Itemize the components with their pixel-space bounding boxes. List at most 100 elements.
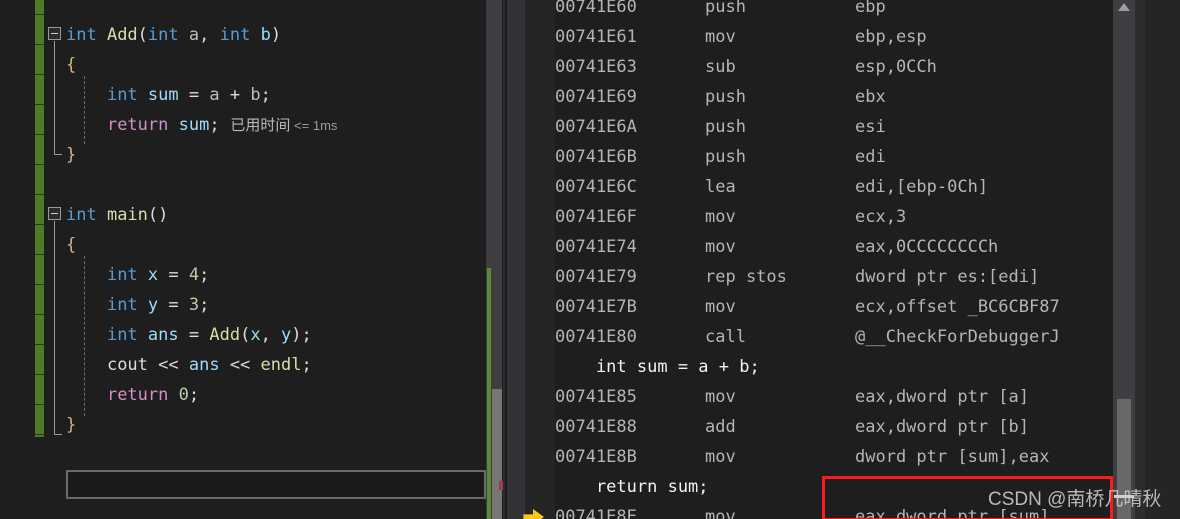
instruction-mnemonic: sub — [705, 57, 736, 77]
code-token: } — [66, 145, 77, 165]
instruction-operands: esi — [855, 117, 886, 137]
scroll-up-arrow-icon[interactable] — [1118, 3, 1130, 11]
disassembly-window[interactable]: 00741E60 push ebp 00741E61 mov ebp,esp 00741E6… — [507, 0, 1180, 519]
instruction-operands: edi,[ebp-0Ch] — [855, 177, 989, 197]
code-token: y — [281, 325, 292, 345]
code-line: } — [66, 410, 76, 440]
instruction-operands: edi — [855, 147, 886, 167]
disassembly-instruction-row[interactable]: 00741E6F mov ecx,3 — [555, 202, 1160, 232]
instruction-address: 00741E61 — [555, 27, 637, 47]
change-bar-tick — [35, 254, 44, 255]
code-token: sum — [178, 115, 210, 135]
disassembly-breakpoint-gutter[interactable] — [507, 0, 525, 519]
disassembly-instruction-row[interactable]: 00741E6A push esi — [555, 112, 1160, 142]
code-token: ); — [291, 325, 312, 345]
code-token: () — [147, 205, 169, 225]
code-token: b — [250, 85, 261, 105]
code-line: int ans = Add(x, y); — [66, 320, 312, 350]
panel-separator — [503, 0, 505, 519]
instruction-mnemonic: push — [705, 0, 746, 17]
instruction-address: 00741E80 — [555, 327, 637, 347]
editor-find-input[interactable] — [66, 470, 486, 499]
code-token: << — [147, 355, 189, 375]
editor-code-lines[interactable]: int Add(int a, int b){ int sum = a + b; … — [66, 0, 486, 519]
change-bar-tick — [35, 434, 44, 435]
instruction-address: 00741E8E — [555, 507, 637, 519]
editor-scrollbar-thumb[interactable] — [492, 389, 502, 519]
instruction-mnemonic: mov — [705, 207, 736, 227]
instruction-operands: eax,dword ptr [b] — [855, 417, 1029, 437]
change-bar-tick — [35, 74, 44, 75]
instruction-operands: @__CheckForDebuggerJ — [855, 327, 1060, 347]
instruction-address: 00741E60 — [555, 0, 637, 17]
code-token: Add — [209, 325, 241, 345]
change-bar-tick — [35, 374, 44, 375]
code-token: { — [66, 55, 77, 75]
disassembly-instruction-row[interactable]: 00741E7B mov ecx,offset _BC6CBF87 — [555, 292, 1160, 322]
code-token: 0 — [178, 385, 189, 405]
code-token: int — [106, 265, 148, 285]
disassembly-instruction-row[interactable]: 00741E61 mov ebp,esp — [555, 22, 1160, 52]
code-line: { — [66, 230, 76, 260]
instruction-mnemonic: push — [705, 117, 746, 137]
code-token: ans — [188, 355, 220, 375]
code-token: y — [147, 295, 159, 315]
disassembly-rows[interactable]: 00741E60 push ebp 00741E61 mov ebp,esp 00741E6… — [523, 0, 1160, 519]
code-token: Add — [106, 25, 138, 45]
instruction-mnemonic: mov — [705, 237, 736, 257]
change-bar-tick — [35, 194, 44, 195]
yellow-arrow-icon — [523, 509, 545, 519]
disassembly-instruction-row[interactable]: 00741E85 mov eax,dword ptr [a] — [555, 382, 1160, 412]
instruction-address: 00741E6A — [555, 117, 637, 137]
code-token: main — [106, 205, 148, 225]
change-bar-tick — [35, 344, 44, 345]
disassembly-instruction-row[interactable]: 00741E88 add eax,dword ptr [b] — [555, 412, 1160, 442]
disassembly-instruction-row[interactable]: 00741E69 push ebx — [555, 82, 1160, 112]
disassembly-instruction-row[interactable]: 00741E6B push edi — [555, 142, 1160, 172]
code-token: ans — [147, 325, 179, 345]
disassembly-instruction-row[interactable]: 00741E80 call @__CheckForDebuggerJ — [555, 322, 1160, 352]
instruction-operands: ebp — [855, 0, 886, 17]
instruction-address: 00741E85 — [555, 387, 637, 407]
code-token: ; — [209, 115, 220, 135]
code-line: int Add(int a, int b) — [66, 20, 281, 50]
code-line: return sum; 已用时间 <= 1ms — [66, 110, 337, 141]
code-line: return 0; — [66, 380, 199, 410]
code-token: int — [66, 205, 107, 225]
disassembly-instruction-row[interactable]: 00741E79 rep stos dword ptr es:[edi] — [555, 262, 1160, 292]
code-token: ( — [240, 325, 251, 345]
code-line: cout << ans << endl; — [66, 350, 312, 380]
code-line: int y = 3; — [66, 290, 209, 320]
code-token: a — [188, 25, 200, 45]
code-token: , — [199, 25, 220, 45]
instruction-mnemonic: mov — [705, 387, 736, 407]
change-bar-tick — [35, 404, 44, 405]
change-bar-tick — [35, 164, 44, 165]
fold-toggle-main-function[interactable] — [48, 207, 61, 220]
disassembly-instruction-row[interactable]: 00741E60 push ebp — [555, 0, 1160, 22]
fold-toggle-add-function[interactable] — [48, 27, 61, 40]
instruction-operands: esp,0CCh — [855, 57, 937, 77]
instruction-operands: ebx — [855, 87, 886, 107]
code-line: int main() — [66, 200, 168, 230]
code-token: ) — [270, 25, 282, 45]
instruction-operands: ecx,3 — [855, 207, 907, 227]
disassembly-instruction-row[interactable]: 00741E74 mov eax,0CCCCCCCCh — [555, 232, 1160, 262]
code-token: { — [66, 235, 77, 255]
instruction-address: 00741E6F — [555, 207, 637, 227]
code-line: int sum = a + b; — [66, 80, 271, 110]
code-token: int — [219, 25, 261, 45]
instruction-mnemonic: push — [705, 87, 746, 107]
disassembly-instruction-row[interactable]: 00741E63 sub esp,0CCh — [555, 52, 1160, 82]
instruction-address: 00741E6B — [555, 147, 637, 167]
source-code-editor[interactable]: int Add(int a, int b){ int sum = a + b; … — [0, 0, 502, 519]
fold-guide-main-foot — [54, 434, 62, 435]
change-bar-tick — [35, 104, 44, 105]
code-token: = — [178, 325, 210, 345]
disassembly-instruction-row[interactable]: 00741E8B mov dword ptr [sum],eax — [555, 442, 1160, 472]
code-token: cout — [106, 355, 148, 375]
code-line: { — [66, 50, 76, 80]
editor-fold-column[interactable] — [46, 0, 66, 519]
disassembly-instruction-row[interactable]: 00741E6C lea edi,[ebp-0Ch] — [555, 172, 1160, 202]
